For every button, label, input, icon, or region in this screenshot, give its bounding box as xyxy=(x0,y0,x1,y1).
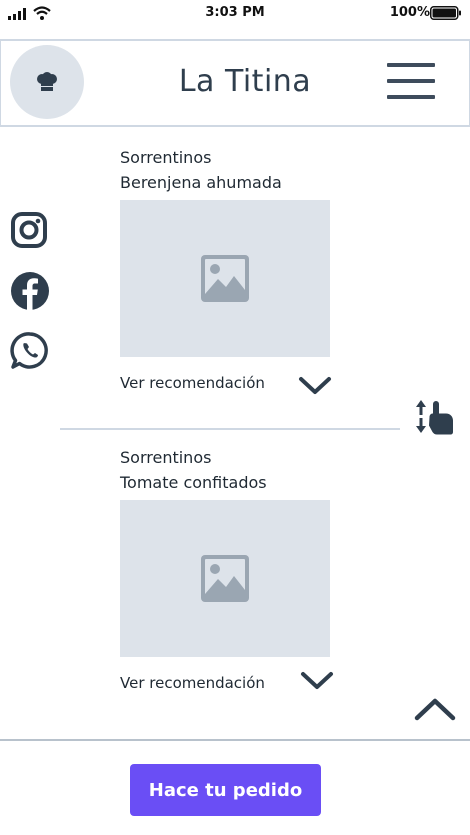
expand-recommendation-button[interactable] xyxy=(300,670,334,694)
instagram-icon xyxy=(11,212,47,248)
chevron-down-icon xyxy=(301,672,333,689)
app-title: La Titina xyxy=(178,64,312,99)
expand-recommendation-button[interactable] xyxy=(298,375,332,399)
whatsapp-icon xyxy=(10,332,48,369)
hamburger-menu-icon xyxy=(384,60,438,104)
swipe-vertical-icon xyxy=(416,400,453,435)
view-recommendation-label[interactable]: Ver recomendación xyxy=(120,674,265,692)
image-placeholder-icon xyxy=(201,255,249,302)
battery-percent: 100% xyxy=(389,5,430,20)
chef-hat-icon xyxy=(37,72,57,91)
instagram-link[interactable] xyxy=(10,211,50,251)
item-subtitle: Berenjena ahumada xyxy=(120,173,282,192)
facebook-link[interactable] xyxy=(10,271,50,311)
item-title: Sorrentinos xyxy=(120,148,212,167)
item-subtitle: Tomate confitados xyxy=(120,473,267,492)
view-recommendation-label[interactable]: Ver recomendación xyxy=(120,374,265,392)
hamburger-menu-button[interactable] xyxy=(384,60,438,104)
item-divider xyxy=(60,428,400,430)
image-placeholder-icon xyxy=(201,555,249,602)
status-bar: 3:03 PM 100% xyxy=(0,0,470,28)
place-order-button[interactable]: Hace tu pedido xyxy=(130,764,321,816)
restaurant-logo[interactable] xyxy=(10,45,84,119)
chevron-up-icon xyxy=(414,698,456,721)
item-title: Sorrentinos xyxy=(120,448,212,467)
scroll-to-top-button[interactable] xyxy=(413,695,457,723)
chevron-down-icon xyxy=(299,377,331,394)
item-image xyxy=(120,500,330,657)
item-image xyxy=(120,200,330,357)
footer-divider xyxy=(0,739,470,741)
whatsapp-link[interactable] xyxy=(10,331,50,371)
battery-icon xyxy=(430,6,461,20)
facebook-icon xyxy=(11,272,49,310)
